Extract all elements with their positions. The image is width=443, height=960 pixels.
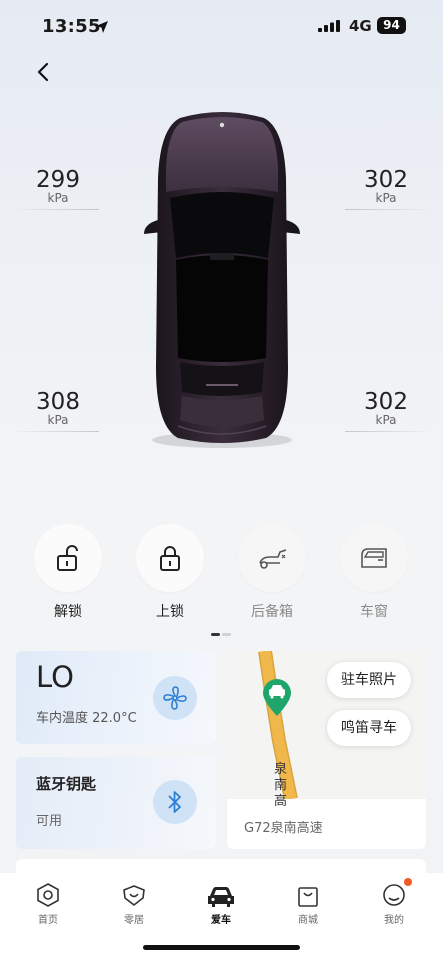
- tab-label: 爱车: [211, 915, 231, 926]
- tire-pressure-value: 299: [36, 167, 80, 193]
- control-label: 上锁: [156, 604, 184, 620]
- tab-community[interactable]: 零居: [102, 880, 166, 926]
- divider: [17, 209, 99, 210]
- parking-photo-button[interactable]: 驻车照片: [327, 662, 411, 698]
- tire-pressure-unit: kPa: [375, 191, 397, 205]
- cellular-signal-icon: [318, 20, 340, 32]
- tab-my-car[interactable]: 爱车: [189, 880, 253, 926]
- profile-icon: [383, 884, 405, 906]
- tire-pressure-value: 302: [364, 389, 408, 415]
- unlock-icon: [57, 545, 78, 571]
- tire-pressure-unit: kPa: [47, 191, 69, 205]
- unlock-button[interactable]: 解锁: [33, 524, 103, 621]
- tire-rear-right: 302 kPa: [345, 389, 427, 432]
- location-arrow-icon: [96, 21, 108, 33]
- tab-label: 商城: [298, 915, 318, 926]
- lock-button[interactable]: 上锁: [135, 524, 205, 621]
- network-type: 4G: [349, 17, 372, 35]
- climate-mode: LO: [36, 660, 74, 694]
- badge-heart-icon: [123, 885, 145, 907]
- control-label: 解锁: [54, 604, 82, 620]
- battery-level: 94: [377, 17, 406, 34]
- divider: [345, 431, 427, 432]
- divider: [17, 431, 99, 432]
- control-label: 车窗: [360, 604, 388, 620]
- notification-dot: [404, 878, 412, 886]
- control-label: 后备箱: [251, 604, 293, 620]
- trunk-button[interactable]: 后备箱: [237, 524, 307, 621]
- tab-home[interactable]: 首页: [16, 880, 80, 926]
- fan-button[interactable]: [153, 676, 197, 720]
- car-icon: [208, 887, 234, 907]
- tab-profile[interactable]: 我的: [362, 880, 426, 926]
- bluetooth-key-title: 蓝牙钥匙: [36, 775, 97, 793]
- tire-front-left: 299 kPa: [17, 167, 99, 210]
- tire-pressure-value: 302: [364, 167, 408, 193]
- divider: [345, 209, 427, 210]
- status-time: 13:55: [42, 16, 101, 37]
- shopping-bag-icon: [298, 887, 318, 907]
- tire-pressure-value: 308: [36, 389, 80, 415]
- page-indicator: [222, 633, 231, 636]
- tab-label: 首页: [38, 915, 58, 926]
- bluetooth-icon: [168, 791, 181, 813]
- tire-rear-left: 308 kPa: [17, 389, 99, 432]
- hexagon-icon: [37, 883, 59, 907]
- page-indicator-active: [211, 633, 220, 636]
- current-location: G72泉南高速: [244, 821, 323, 836]
- window-icon: [361, 548, 387, 568]
- window-button[interactable]: 车窗: [339, 524, 409, 621]
- home-indicator: [143, 945, 300, 950]
- bluetooth-button[interactable]: [153, 780, 197, 824]
- honk-find-car-button[interactable]: 鸣笛寻车: [327, 710, 411, 746]
- tire-front-right: 302 kPa: [345, 167, 427, 210]
- parking-pin-icon: [263, 679, 291, 716]
- tire-pressure-unit: kPa: [47, 413, 69, 427]
- back-chevron-icon[interactable]: [30, 58, 58, 86]
- cabin-temperature: 车内温度 22.0°C: [36, 711, 137, 726]
- tab-mall[interactable]: 商城: [276, 880, 340, 926]
- lock-icon: [160, 546, 180, 571]
- fan-icon: [163, 686, 187, 710]
- tab-label: 零居: [124, 915, 144, 926]
- tire-pressure-unit: kPa: [375, 413, 397, 427]
- map-road-label: 泉南高: [274, 762, 288, 809]
- car-top-view: [144, 112, 300, 448]
- trunk-icon: [259, 549, 287, 569]
- bluetooth-key-status: 可用: [36, 814, 63, 829]
- tab-label: 我的: [384, 915, 404, 926]
